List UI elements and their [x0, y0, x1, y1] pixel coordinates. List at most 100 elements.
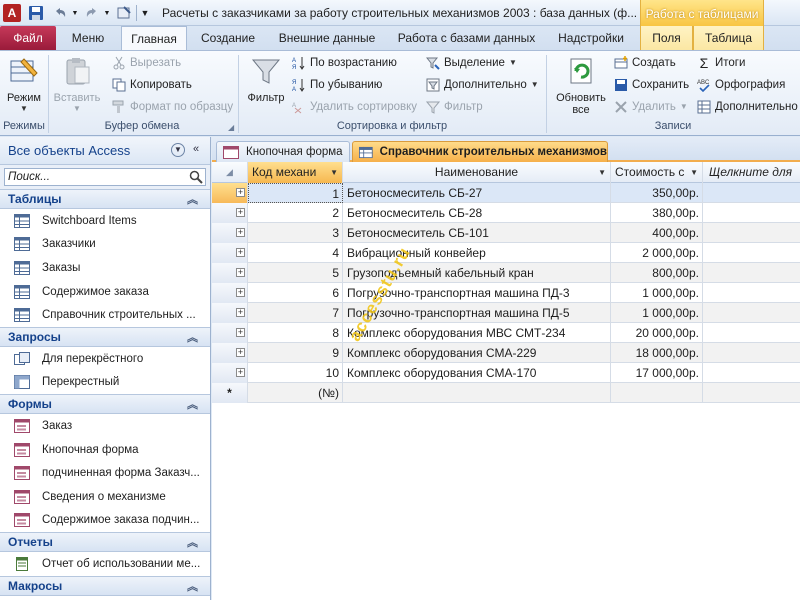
cell-add-field[interactable] [703, 263, 800, 283]
redo-dropdown-icon[interactable]: ▼ [102, 3, 112, 23]
cell-add-field[interactable] [703, 183, 800, 203]
cell-add-field[interactable] [703, 363, 800, 383]
tab-addins[interactable]: Надстройки [550, 26, 632, 50]
advanced-filter-button[interactable]: Дополнительно ▼ [426, 75, 539, 95]
table-row[interactable]: + 7 Погрузочно-транспортная машина ПД-5 … [212, 303, 800, 323]
cell-add-field[interactable] [703, 323, 800, 343]
nav-item-form[interactable]: Кнопочная форма [0, 438, 210, 462]
cell-name[interactable]: Бетоносмеситель СБ-101 [343, 223, 611, 243]
filter-button[interactable]: Фильтр [244, 55, 288, 104]
cell-cost[interactable]: 1 000,00р. [611, 303, 703, 323]
tab-create[interactable]: Создание [192, 26, 264, 50]
tab-menu[interactable]: Меню [60, 26, 116, 50]
cell-cost[interactable]: 20 000,00р. [611, 323, 703, 343]
tab-home[interactable]: Главная [121, 26, 187, 51]
refresh-all-button[interactable]: Обновить все [552, 55, 610, 116]
sort-desc-button[interactable]: ЯA По убыванию [292, 75, 382, 95]
cell-add-field[interactable] [703, 343, 800, 363]
column-dropdown-icon[interactable]: ▼ [598, 162, 606, 183]
nav-item-form[interactable]: Заказ [0, 414, 210, 438]
nav-section-tables[interactable]: Таблицы ︽ [0, 189, 210, 209]
cell-cost[interactable]: 380,00р. [611, 203, 703, 223]
table-row[interactable]: + 3 Бетоносмеситель СБ-101 400,00р. [212, 223, 800, 243]
row-selector[interactable]: + [212, 323, 248, 343]
cell-cost[interactable]: 350,00р. [611, 183, 703, 203]
row-selector[interactable]: + [212, 203, 248, 223]
tools-icon[interactable] [114, 3, 134, 23]
table-row[interactable]: + 5 Грузоподъемный кабельный кран 800,00… [212, 263, 800, 283]
column-dropdown-icon[interactable]: ▼ [690, 162, 698, 183]
cell-name[interactable] [343, 383, 611, 403]
table-row[interactable]: + 1 Бетоносмеситель СБ-27 350,00р. [212, 183, 800, 203]
column-header-id[interactable]: Код механи ▼ [248, 162, 343, 183]
expand-icon[interactable]: + [236, 368, 245, 377]
format-painter-button[interactable]: Формат по образцу [112, 97, 233, 117]
cell-add-field[interactable] [703, 203, 800, 223]
customize-qat-icon[interactable]: ▼ [139, 3, 151, 23]
cell-add-field[interactable] [703, 223, 800, 243]
access-app-icon[interactable]: A [3, 4, 21, 22]
totals-button[interactable]: Σ Итоги [697, 53, 746, 73]
section-collapse-icon[interactable]: ︽ [187, 578, 198, 596]
cell-id[interactable]: 9 [248, 343, 343, 363]
copy-button[interactable]: Копировать [112, 75, 192, 95]
nav-item-table[interactable]: Switchboard Items [0, 209, 210, 233]
toggle-filter-button[interactable]: Фильтр [426, 97, 483, 117]
cell-id[interactable]: 8 [248, 323, 343, 343]
nav-item-query[interactable]: Перекрестный [0, 371, 210, 395]
tab-file[interactable]: Файл [0, 26, 56, 50]
nav-item-form[interactable]: Сведения о механизме [0, 485, 210, 509]
expand-icon[interactable]: + [236, 348, 245, 357]
cell-cost[interactable]: 800,00р. [611, 263, 703, 283]
tab-external-data[interactable]: Внешние данные [270, 26, 384, 50]
cell-name[interactable]: Вибрационный конвейер [343, 243, 611, 263]
cell-id[interactable]: (№) [248, 383, 343, 403]
nav-section-macros[interactable]: Макросы ︽ [0, 575, 210, 596]
cell-add-field[interactable] [703, 243, 800, 263]
doc-tab-machinery-table[interactable]: Справочник строительных механизмов [352, 141, 608, 162]
row-selector[interactable]: + [212, 283, 248, 303]
delete-record-button[interactable]: Удалить ▼ [614, 97, 688, 117]
cell-id[interactable]: 3 [248, 223, 343, 243]
cell-add-field[interactable] [703, 383, 800, 403]
row-selector[interactable]: + [212, 263, 248, 283]
undo-icon[interactable] [50, 3, 70, 23]
nav-item-form[interactable]: Содержимое заказа подчин... [0, 509, 210, 533]
cell-cost[interactable]: 18 000,00р. [611, 343, 703, 363]
save-icon[interactable] [26, 3, 46, 23]
more-button[interactable]: Дополнительно [697, 97, 798, 117]
expand-icon[interactable]: + [236, 208, 245, 217]
redo-icon[interactable] [82, 3, 102, 23]
cell-id[interactable]: 6 [248, 283, 343, 303]
expand-icon[interactable]: + [236, 268, 245, 277]
cell-id[interactable]: 5 [248, 263, 343, 283]
column-dropdown-icon[interactable]: ▼ [330, 162, 338, 183]
row-selector[interactable]: + [212, 223, 248, 243]
nav-section-forms[interactable]: Формы ︽ [0, 394, 210, 415]
new-record-marker[interactable]: * [212, 383, 248, 403]
selection-button[interactable]: Выделение ▼ [426, 53, 517, 73]
cell-name[interactable]: Бетоносмеситель СБ-28 [343, 203, 611, 223]
remove-sort-button[interactable]: A Удалить сортировку [292, 97, 417, 117]
table-row[interactable]: + 10 Комплекс оборудования СМА-170 17 00… [212, 363, 800, 383]
section-collapse-icon[interactable]: ︽ [187, 396, 198, 414]
section-collapse-icon[interactable]: ︽ [187, 191, 198, 209]
expand-icon[interactable]: + [236, 228, 245, 237]
column-header-name[interactable]: Наименование ▼ [343, 162, 611, 183]
cell-cost[interactable]: 17 000,00р. [611, 363, 703, 383]
nav-search-input[interactable]: Поиск... [4, 168, 206, 186]
search-icon[interactable] [189, 170, 203, 184]
cell-id[interactable]: 4 [248, 243, 343, 263]
cell-add-field[interactable] [703, 283, 800, 303]
sort-asc-button[interactable]: AЯ По возрастанию [292, 53, 397, 73]
nav-item-table[interactable]: Заказчики [0, 233, 210, 257]
table-row[interactable]: + 6 Погрузочно-транспортная машина ПД-3 … [212, 283, 800, 303]
new-record-row[interactable]: * (№) [212, 383, 800, 403]
cell-name[interactable]: Комплекс оборудования МВС СМТ-234 [343, 323, 611, 343]
tab-fields[interactable]: Поля [640, 26, 693, 50]
column-header-add-field[interactable]: Щелкните для [703, 162, 800, 183]
cell-name[interactable]: Бетоносмеситель СБ-27 [343, 183, 611, 203]
row-selector[interactable]: + [212, 363, 248, 383]
expand-icon[interactable]: + [236, 328, 245, 337]
cell-name[interactable]: Комплекс оборудования СМА-170 [343, 363, 611, 383]
